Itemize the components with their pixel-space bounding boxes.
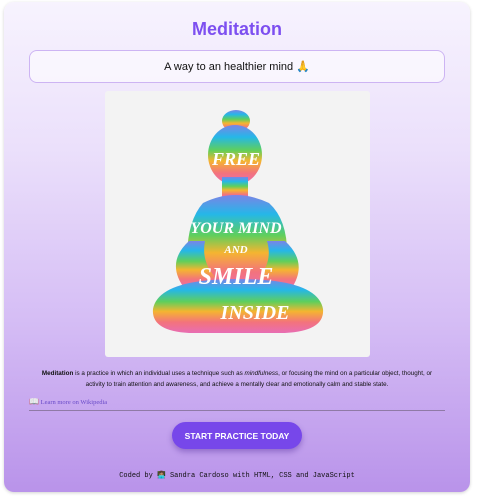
art-word-1: FREE xyxy=(211,149,260,169)
footer-credit: Coded by 👩🏽‍💻 Sandra Cardoso with HTML, … xyxy=(119,472,355,480)
art-word-5: INSIDE xyxy=(220,302,290,324)
wikipedia-link[interactable]: 📖 Learn more on Wikipedia xyxy=(29,397,107,406)
app-card: Meditation A way to an healthier mind 🙏 xyxy=(4,2,470,492)
meditation-illustration: FREE YOUR MIND AND SMILE INSIDE xyxy=(105,91,370,357)
art-word-2: YOUR MIND xyxy=(190,220,282,237)
description-emphasis: mindfulness xyxy=(244,370,279,377)
tagline-text: A way to an healthier mind 🙏 xyxy=(164,61,310,73)
tagline-box: A way to an healthier mind 🙏 xyxy=(29,50,445,83)
start-practice-label: START PRACTICE TODAY xyxy=(184,430,290,441)
divider xyxy=(29,410,445,411)
start-practice-button[interactable]: START PRACTICE TODAY xyxy=(172,422,302,449)
art-word-3: AND xyxy=(223,244,247,256)
art-word-4: SMILE xyxy=(199,264,274,290)
meditation-silhouette: FREE YOUR MIND AND SMILE INSIDE xyxy=(152,110,324,333)
description-term: Meditation xyxy=(41,370,74,377)
book-icon: 📖 xyxy=(29,397,39,406)
wikipedia-link-label[interactable]: Learn more on Wikipedia xyxy=(41,399,108,406)
app-title: Meditation xyxy=(192,19,282,39)
description-part-1: is a practice in which an individual use… xyxy=(73,370,245,377)
meditation-description: Meditation is a practice in which an ind… xyxy=(34,368,440,390)
